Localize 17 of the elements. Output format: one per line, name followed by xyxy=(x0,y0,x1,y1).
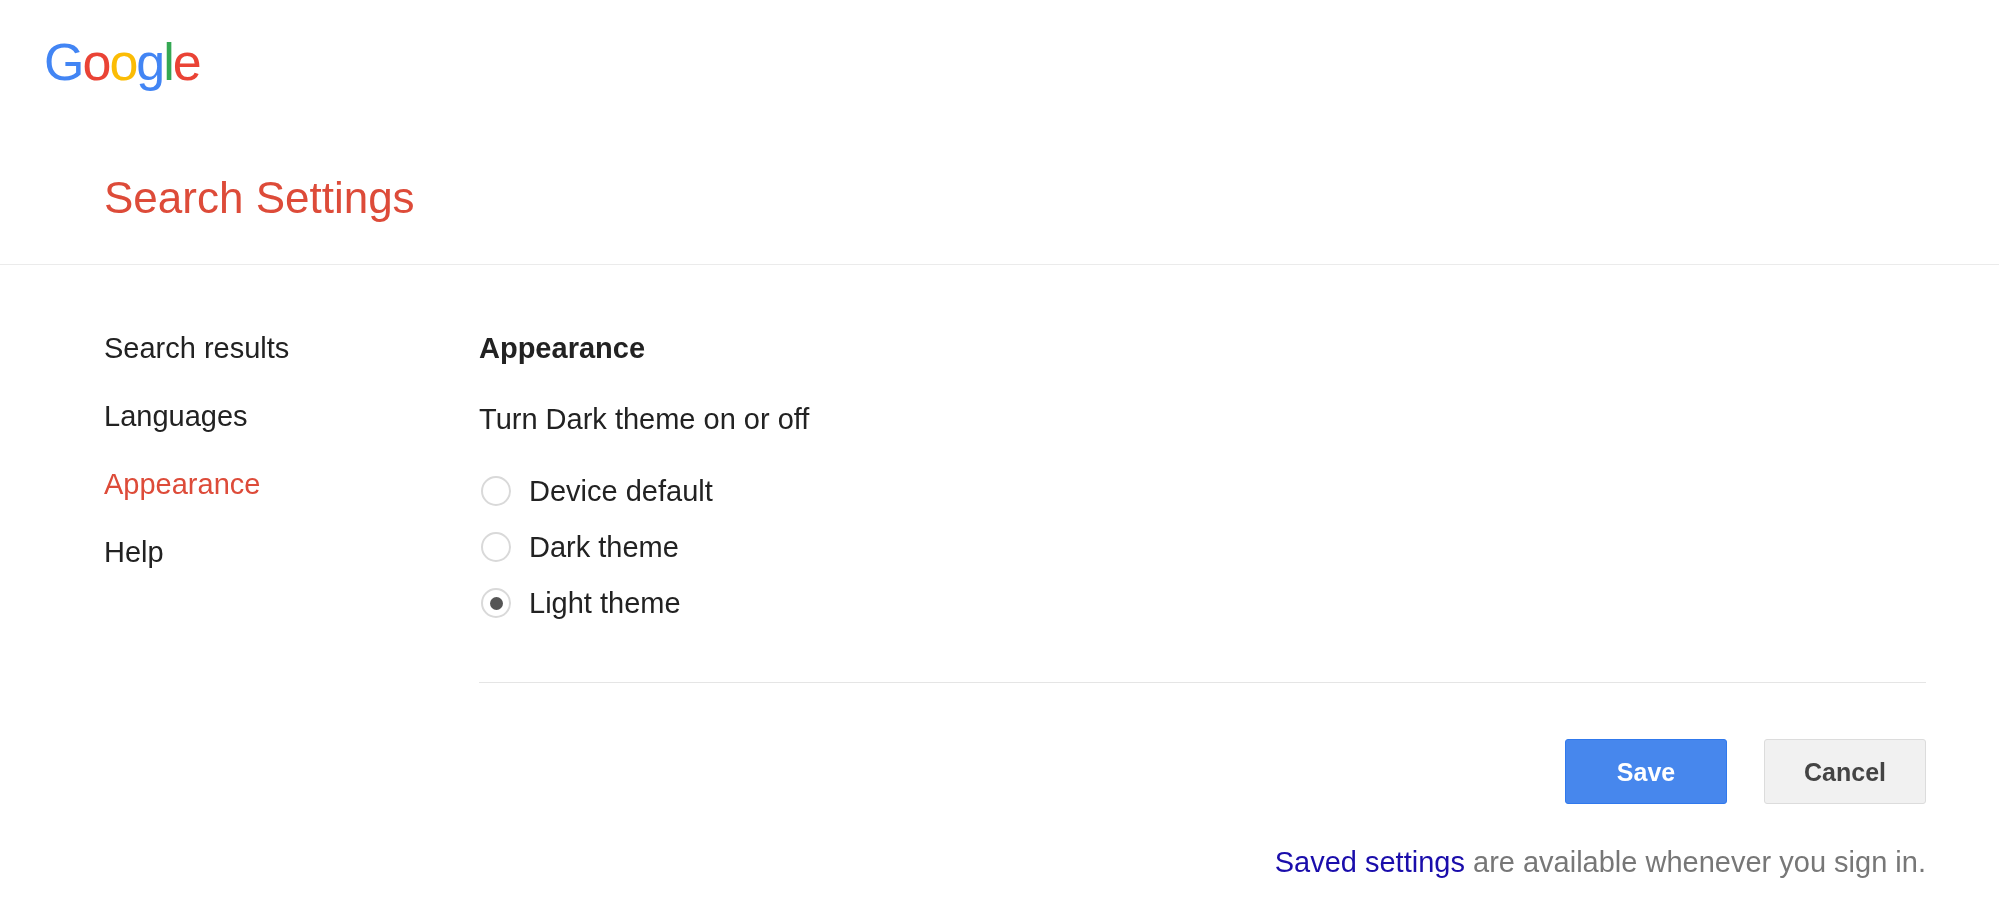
sign-in-note: Saved settings are available whenever you sign in. xyxy=(1274,845,1926,879)
section-description: Turn Dark theme on or off xyxy=(479,402,810,436)
option-label[interactable]: Device default xyxy=(529,474,713,508)
option-label[interactable]: Light theme xyxy=(529,586,681,620)
sidebar-item[interactable]: Help xyxy=(104,535,164,569)
radio-button[interactable] xyxy=(481,532,511,562)
page-title: Search Settings xyxy=(104,176,415,220)
radio-button[interactable] xyxy=(481,588,511,618)
section-heading: Appearance xyxy=(479,331,645,365)
sidebar-item[interactable]: Languages xyxy=(104,399,248,433)
radio-button[interactable] xyxy=(481,476,511,506)
save-button[interactable]: Save xyxy=(1565,739,1727,804)
saved-settings-link[interactable]: Saved settings xyxy=(1274,846,1465,878)
sidebar-item[interactable]: Appearance xyxy=(104,467,261,501)
sidebar-item[interactable]: Search results xyxy=(104,331,290,365)
option-label[interactable]: Dark theme xyxy=(529,530,679,564)
cancel-button[interactable]: Cancel xyxy=(1764,739,1926,804)
